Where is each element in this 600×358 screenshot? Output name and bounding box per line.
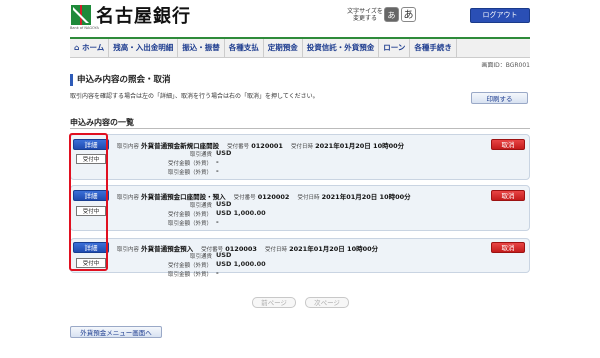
back-to-menu-button[interactable]: 外貨預金メニュー画面へ — [70, 326, 162, 338]
font-large-button[interactable]: あ — [401, 7, 416, 22]
nav-home[interactable]: ⌂ ホーム — [70, 39, 110, 57]
font-small-button[interactable]: あ — [384, 7, 399, 22]
print-button[interactable]: 印刷する — [471, 92, 528, 104]
font-size-label: 文字サイズを変更する — [347, 8, 383, 22]
cancel-button[interactable]: 取消 — [491, 242, 525, 253]
logout-button[interactable]: ログアウト — [470, 8, 530, 23]
currency-value: USD — [216, 149, 232, 157]
currency-label: 取引通貨 — [189, 203, 212, 209]
nav-investment[interactable]: 投資信託・外貨預金 — [303, 39, 380, 57]
amount-value: USD 1,000.00 — [216, 209, 266, 217]
cancel-button[interactable]: 取消 — [491, 190, 525, 201]
cancel-button[interactable]: 取消 — [491, 139, 525, 150]
txn-amount-label: 取引金額（外貨） — [167, 170, 212, 176]
application-summary: 取引内容 外貨普通預金口座開設・預入 受付番号 0120002 受付日時 202… — [117, 193, 411, 201]
currency-label: 取引通貨 — [189, 152, 212, 158]
nav-procedures[interactable]: 各種手続き — [410, 39, 457, 57]
page-title: 申込み内容の照会・取消 — [70, 74, 530, 86]
amount-value: - — [216, 158, 219, 166]
application-summary: 取引内容 外貨普通預金新規口座開設 受付番号 0120001 受付日時 2021… — [117, 142, 405, 150]
nav-loan[interactable]: ローン — [379, 39, 411, 57]
currency-value: USD — [216, 200, 232, 208]
list-title: 申込み内容の一覧 — [70, 117, 530, 129]
amount-label: 受付金額（外貨） — [167, 161, 212, 167]
main-nav: ⌂ ホーム 残高・入出金明細 振込・振替 各種支払 定期預金 投資信託・外貨預金… — [70, 37, 530, 58]
home-icon: ⌂ — [74, 43, 80, 52]
screen-id: 画面ID：BGR001 — [481, 62, 530, 69]
amount-label: 受付金額（外貨） — [167, 212, 212, 218]
bank-logo-icon — [71, 5, 91, 25]
bank-name: 名古屋銀行 — [96, 6, 191, 27]
txn-amount-label: 取引金額（外貨） — [167, 221, 212, 227]
prev-page-button[interactable]: 前ページ — [252, 297, 296, 308]
currency-label: 取引通貨 — [189, 254, 212, 260]
txn-amount-value: - — [216, 218, 219, 226]
nav-balance[interactable]: 残高・入出金明細 — [109, 39, 179, 57]
amount-label: 受付金額（外貨） — [167, 263, 212, 269]
txn-amount-value: - — [216, 167, 219, 175]
page-description: 取引内容を確認する場合は左の「詳細」、取消を行う場合は右の「取消」を押してくださ… — [70, 93, 319, 100]
nav-transfer[interactable]: 振込・振替 — [178, 39, 225, 57]
txn-amount-label: 取引金額（外貨） — [167, 272, 212, 278]
highlight-frame — [69, 133, 108, 271]
bank-name-en: Bank of NAGOYA — [70, 26, 99, 30]
currency-value: USD — [216, 251, 232, 259]
amount-value: USD 1,000.00 — [216, 260, 266, 268]
next-page-button[interactable]: 次ページ — [305, 297, 349, 308]
nav-payments[interactable]: 各種支払 — [225, 39, 264, 57]
txn-amount-value: - — [216, 269, 219, 277]
nav-time-deposit[interactable]: 定期預金 — [264, 39, 303, 57]
